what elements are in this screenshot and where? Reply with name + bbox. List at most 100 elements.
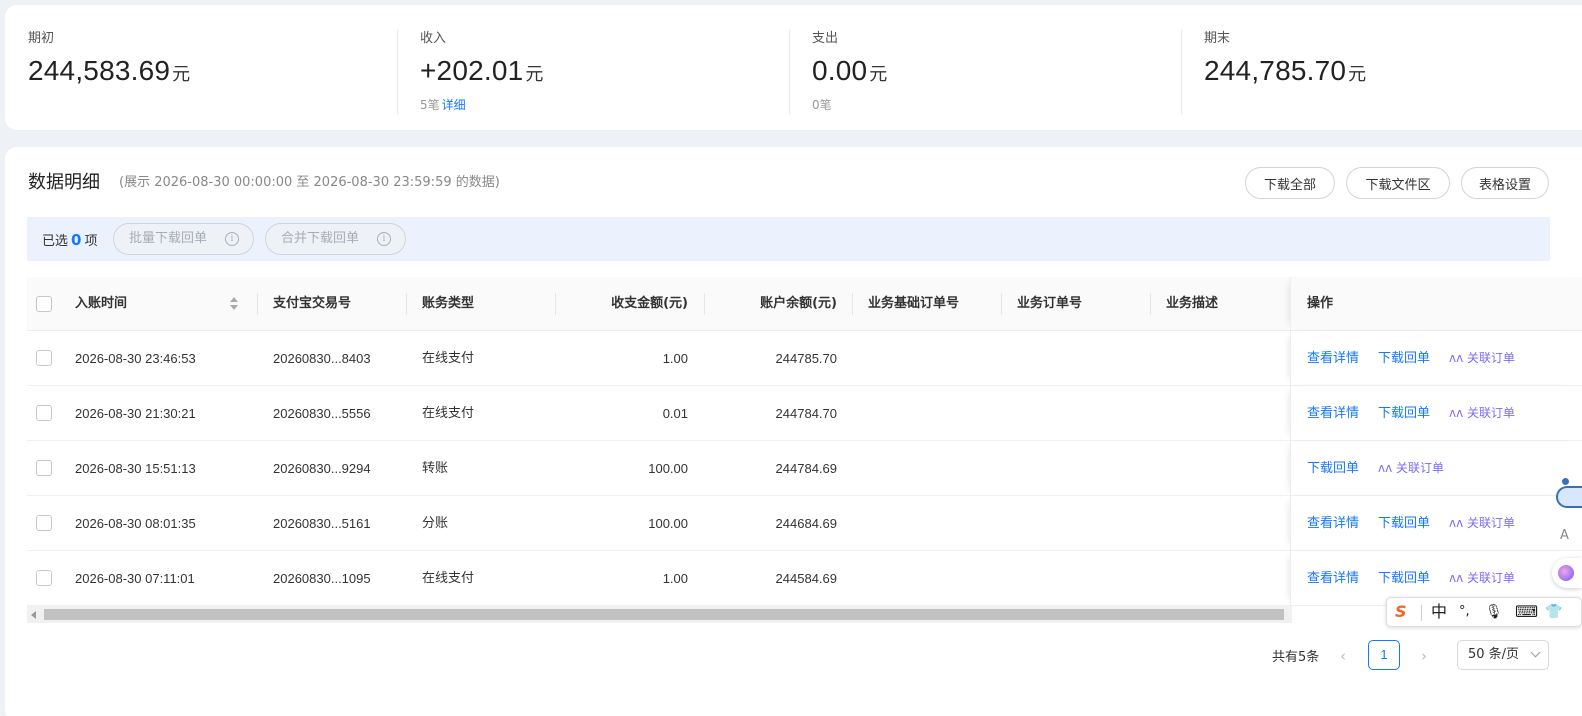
detail-card: 数据明细 (展示 2026-08-30 00:00:00 至 2026-08-3… xyxy=(5,147,1582,716)
cell-trade-no: 20260830...8403 xyxy=(273,351,371,366)
related-icon: ʌʌ xyxy=(1449,516,1468,530)
cell-balance: 244584.69 xyxy=(775,571,837,586)
view-detail-link[interactable]: 查看详情 xyxy=(1307,496,1359,551)
cell-time: 2026-08-30 15:51:13 xyxy=(75,461,196,476)
table-settings-button[interactable]: 表格设置 xyxy=(1461,167,1549,199)
prev-page-icon[interactable]: ‹ xyxy=(1340,647,1346,665)
view-detail-link[interactable]: 查看详情 xyxy=(1307,551,1359,606)
cell-trade-no: 20260830...9294 xyxy=(273,461,371,476)
col-order: 业务订单号 xyxy=(1017,296,1083,311)
selection-summary: 已选 0 项 xyxy=(42,231,98,249)
ai-orb-icon[interactable] xyxy=(1552,558,1582,588)
related-order-link[interactable]: ʌʌ 关联订单 xyxy=(1449,386,1515,441)
next-page-icon[interactable]: › xyxy=(1421,647,1427,665)
ops-cell: 查看详情 下载回单 ʌʌ 关联订单 xyxy=(1290,386,1582,440)
ops-cell: 查看详情 下载回单 ʌʌ 关联订单 xyxy=(1290,331,1582,385)
row-checkbox[interactable] xyxy=(36,570,52,586)
stat-opening: 期初 244,583.69 元 xyxy=(5,5,397,130)
stat-label: 期初 xyxy=(28,31,55,46)
expense-count: 0笔 xyxy=(812,98,832,112)
col-base-order: 业务基础订单号 xyxy=(868,296,960,311)
stat-sub: 0笔 xyxy=(812,97,1181,113)
microphone-icon[interactable]: 🎙 xyxy=(1485,602,1503,622)
cell-amount: 1.00 xyxy=(662,571,688,586)
divider xyxy=(397,29,398,115)
ime-toolbar: S 中 °, 🎙 ⌨ 👕 xyxy=(1386,597,1582,627)
col-desc: 业务描述 xyxy=(1166,296,1219,311)
batch-download-button[interactable]: 批量下载回单 i xyxy=(113,223,254,255)
table-row: 2026-08-30 23:46:53 20260830...8403 在线支付… xyxy=(27,331,1582,386)
sogou-logo-icon[interactable]: S xyxy=(1395,602,1407,622)
cell-type: 在线支付 xyxy=(422,406,475,421)
ops-cell: 查看详情 下载回单 ʌʌ 关联订单 xyxy=(1290,496,1582,550)
ime-lang-toggle[interactable]: 中 xyxy=(1431,602,1447,622)
related-icon: ʌʌ xyxy=(1449,351,1468,365)
stat-value: 0.00 元 xyxy=(812,55,888,86)
view-detail-link[interactable]: 查看详情 xyxy=(1307,331,1359,386)
side-letter[interactable]: A xyxy=(1560,528,1569,543)
stat-unit: 元 xyxy=(869,64,888,85)
col-ops: 操作 xyxy=(1307,296,1334,311)
select-all-checkbox[interactable] xyxy=(36,296,52,312)
row-checkbox[interactable] xyxy=(36,405,52,421)
download-receipt-link[interactable]: 下载回单 xyxy=(1378,386,1430,441)
page-size-select[interactable]: 50 条/页 xyxy=(1457,640,1549,670)
page-1-button[interactable]: 1 xyxy=(1368,640,1400,670)
stat-value: 244,785.70 元 xyxy=(1204,55,1367,86)
stat-label: 支出 xyxy=(812,31,839,46)
col-balance: 账户余额(元) xyxy=(760,296,837,311)
row-checkbox[interactable] xyxy=(36,350,52,366)
assistant-robot-icon[interactable] xyxy=(1550,478,1582,514)
cell-balance: 244684.69 xyxy=(775,516,837,531)
selection-bar: 已选 0 项 批量下载回单 i 合并下载回单 i xyxy=(27,217,1550,261)
row-checkbox[interactable] xyxy=(36,515,52,531)
horizontal-scrollbar[interactable] xyxy=(27,606,1292,623)
cell-balance: 244784.70 xyxy=(775,406,837,421)
cell-trade-no: 20260830...1095 xyxy=(273,571,371,586)
scroll-thumb[interactable] xyxy=(44,609,1284,620)
cell-time: 2026-08-30 08:01:35 xyxy=(75,516,196,531)
info-icon: i xyxy=(377,232,391,246)
related-order-link[interactable]: ʌʌ 关联订单 xyxy=(1378,441,1444,496)
summary-card: 期初 244,583.69 元 收入 +202.01 元 5笔 详细 支出 0.00 元… xyxy=(5,5,1582,130)
cell-amount: 0.01 xyxy=(662,406,688,421)
cell-balance: 244785.70 xyxy=(775,351,837,366)
stat-expense: 支出 0.00 元 0笔 xyxy=(789,5,1181,130)
related-order-link[interactable]: ʌʌ 关联订单 xyxy=(1449,331,1515,386)
download-receipt-link[interactable]: 下载回单 xyxy=(1307,441,1359,496)
skin-icon[interactable]: 👕 xyxy=(1545,602,1562,622)
table-row: 2026-08-30 15:51:13 20260830...9294 转账 1… xyxy=(27,441,1582,496)
cell-time: 2026-08-30 21:30:21 xyxy=(75,406,196,421)
stat-label: 期末 xyxy=(1204,31,1231,46)
keyboard-icon[interactable]: ⌨ xyxy=(1515,602,1538,622)
col-amount: 收支金额(元) xyxy=(611,296,688,311)
cell-type: 在线支付 xyxy=(422,571,475,586)
cell-type: 分账 xyxy=(422,516,449,531)
cell-time: 2026-08-30 07:11:01 xyxy=(75,571,195,586)
view-detail-link[interactable]: 查看详情 xyxy=(1307,386,1359,441)
stat-unit: 元 xyxy=(172,64,191,85)
download-receipt-link[interactable]: 下载回单 xyxy=(1378,496,1430,551)
merge-download-button[interactable]: 合并下载回单 i xyxy=(265,223,406,255)
download-files-button[interactable]: 下载文件区 xyxy=(1346,167,1450,199)
cell-balance: 244784.69 xyxy=(775,461,837,476)
income-count: 5笔 xyxy=(420,98,440,112)
download-all-button[interactable]: 下载全部 xyxy=(1245,167,1335,199)
cell-trade-no: 20260830...5556 xyxy=(273,406,371,421)
income-detail-link[interactable]: 详细 xyxy=(442,98,466,112)
sort-icon[interactable] xyxy=(230,297,238,311)
stat-label: 收入 xyxy=(420,31,447,46)
scroll-left-icon[interactable] xyxy=(31,611,36,619)
download-receipt-link[interactable]: 下载回单 xyxy=(1378,331,1430,386)
table-row: 2026-08-30 21:30:21 20260830...5556 在线支付… xyxy=(27,386,1582,441)
ops-cell: 下载回单 ʌʌ 关联订单 xyxy=(1290,441,1582,495)
related-icon: ʌʌ xyxy=(1449,406,1468,420)
cell-amount: 100.00 xyxy=(648,516,688,531)
stat-value: +202.01 元 xyxy=(420,55,544,86)
ime-punct-icon[interactable]: °, xyxy=(1459,602,1470,622)
related-order-link[interactable]: ʌʌ 关联订单 xyxy=(1449,496,1515,551)
cell-amount: 1.00 xyxy=(662,351,688,366)
row-checkbox[interactable] xyxy=(36,460,52,476)
data-table: 入账时间 支付宝交易号 账务类型 收支金额(元) 账户余额(元) 业务基础订单号… xyxy=(27,277,1582,606)
cell-type: 转账 xyxy=(422,461,449,476)
